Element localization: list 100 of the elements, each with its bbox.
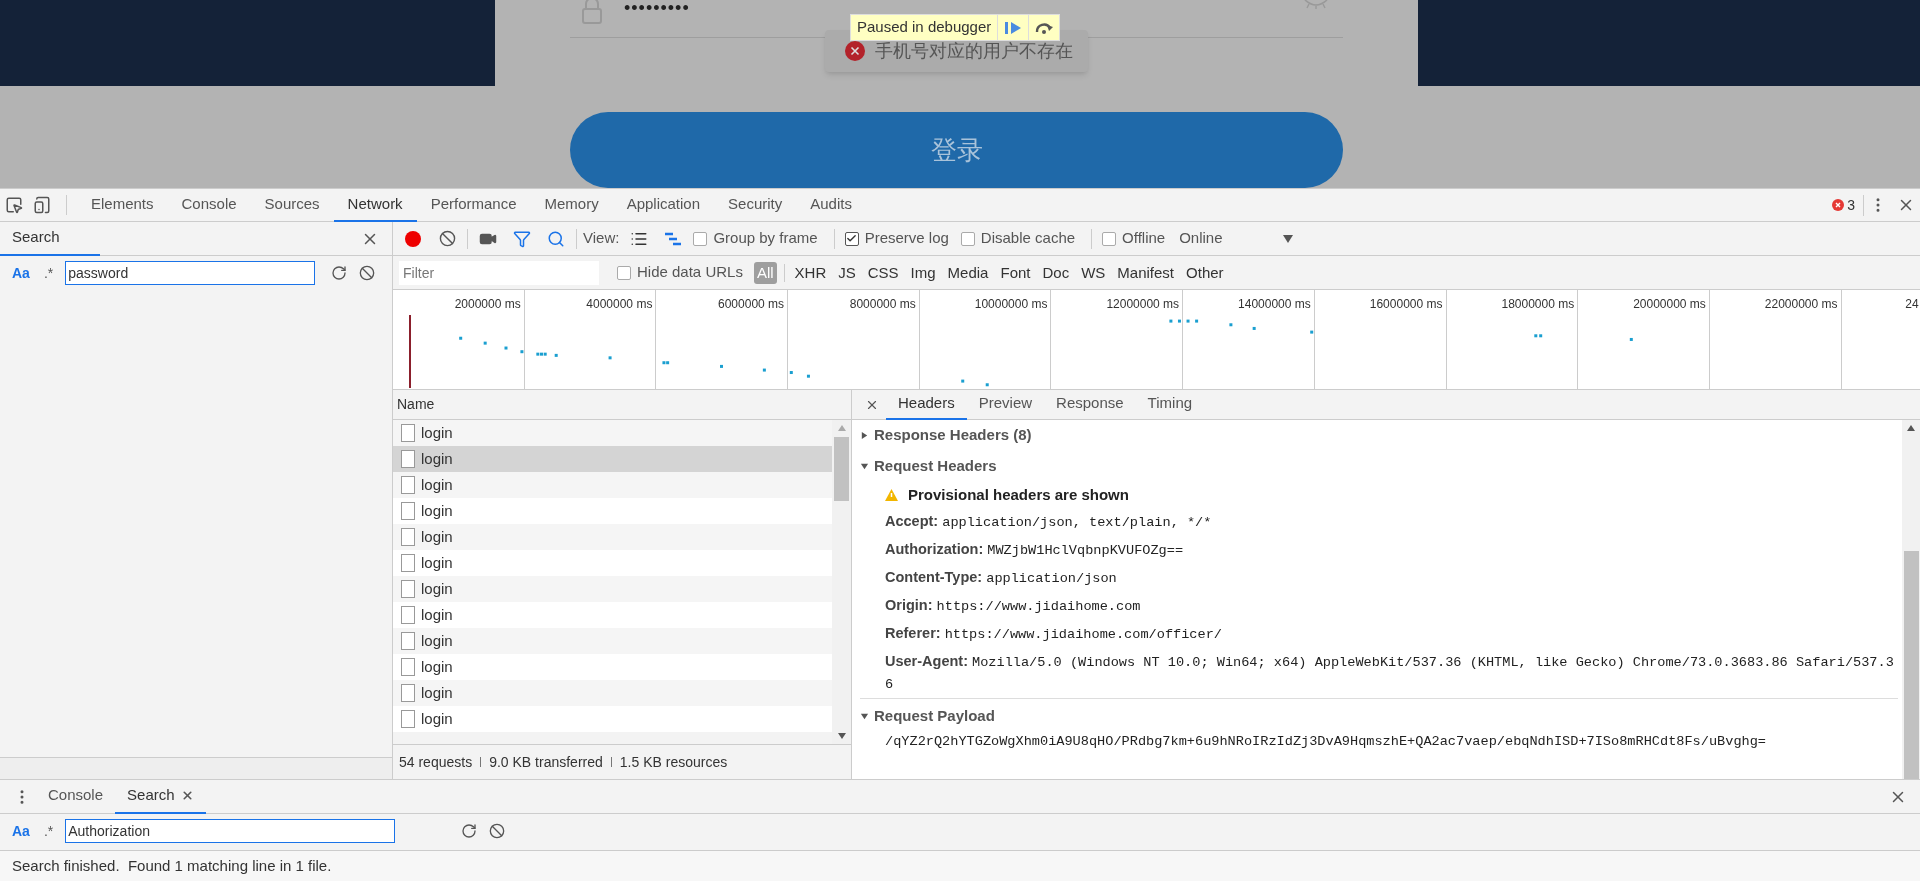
type-filter[interactable]: Img xyxy=(907,261,939,284)
type-filter[interactable]: Doc xyxy=(1039,261,1073,284)
document-icon xyxy=(401,450,415,468)
document-icon xyxy=(401,580,415,598)
request-row[interactable]: login xyxy=(393,550,832,576)
lock-icon xyxy=(582,0,602,25)
detail-tab[interactable]: Preview xyxy=(966,389,1045,420)
request-name: login xyxy=(421,578,453,599)
request-name: login xyxy=(421,708,453,729)
regex-toggle[interactable]: .* xyxy=(41,262,56,284)
type-filter[interactable]: XHR xyxy=(791,261,830,284)
request-row[interactable]: login xyxy=(393,706,832,732)
time-tick-label: 14000000 ms xyxy=(1238,296,1312,313)
request-row[interactable]: login xyxy=(393,602,832,628)
request-row[interactable]: login xyxy=(393,654,832,680)
detail-tab[interactable]: Response xyxy=(1044,389,1136,420)
search-field[interactable]: password xyxy=(65,261,316,285)
drawer-tab[interactable]: Console xyxy=(36,779,116,814)
search-status: Search finished. Found 1 matching line in 1 file. xyxy=(12,855,332,876)
request-row[interactable]: login xyxy=(393,446,832,472)
panel-tab[interactable]: Security xyxy=(714,188,797,222)
summary-text: 54 requests xyxy=(399,752,473,772)
regex-toggle[interactable]: .* xyxy=(41,820,56,842)
section-title[interactable]: Request Headers xyxy=(874,455,997,478)
filter-field[interactable]: Filter xyxy=(399,260,599,285)
request-name: login xyxy=(421,682,453,703)
scroll-up-arrow-icon[interactable] xyxy=(1907,425,1915,431)
match-case-toggle[interactable]: Aa xyxy=(10,820,32,842)
checkbox[interactable] xyxy=(617,265,631,280)
scrollbar-thumb[interactable] xyxy=(834,437,849,501)
panel-tab[interactable]: Performance xyxy=(416,188,531,222)
checkbox[interactable] xyxy=(844,231,859,246)
option-label: Disable cache xyxy=(980,228,1076,249)
view-label: View: xyxy=(583,228,620,249)
time-tick-label: 12000000 ms xyxy=(1106,296,1181,313)
time-tick-label: 6000000 ms xyxy=(718,296,786,313)
match-case-toggle[interactable]: Aa xyxy=(10,262,32,284)
dropdown-caret-icon xyxy=(1282,234,1293,243)
collapsed-triangle-icon[interactable] xyxy=(860,431,869,440)
type-filter[interactable]: Media xyxy=(944,261,992,284)
error-icon xyxy=(1832,199,1845,211)
request-name: login xyxy=(421,604,453,625)
warning-text: Provisional headers are shown xyxy=(908,484,1129,505)
option-label: Hide data URLs xyxy=(637,262,743,283)
time-tick-label: 10000000 ms xyxy=(974,296,1049,313)
expanded-triangle-icon[interactable] xyxy=(860,462,869,471)
summary-text: 9.0 KB transferred xyxy=(489,752,603,772)
error-counter[interactable]: 3 xyxy=(1832,194,1864,216)
drawer-tab[interactable]: Search xyxy=(115,779,206,814)
checkbox[interactable] xyxy=(1102,231,1117,246)
detail-tab[interactable]: Timing xyxy=(1135,389,1205,420)
checkbox[interactable] xyxy=(960,231,975,246)
column-header[interactable]: Name xyxy=(397,394,435,415)
time-tick-label: 8000000 ms xyxy=(849,296,917,313)
scrollbar[interactable] xyxy=(1902,420,1920,779)
panel-tab[interactable]: Network xyxy=(333,188,417,222)
type-filter[interactable]: Manifest xyxy=(1114,261,1178,284)
panel-tab[interactable]: Sources xyxy=(250,188,334,222)
time-tick-label: 20000000 ms xyxy=(1633,296,1707,313)
warning-icon xyxy=(885,489,898,501)
document-icon xyxy=(401,684,415,702)
drawer-search-field[interactable]: Authorization xyxy=(65,819,396,843)
scrollbar-thumb[interactable] xyxy=(1903,551,1919,779)
section-title[interactable]: Response Headers (8) xyxy=(874,424,1032,447)
option-label: Group by frame xyxy=(713,228,818,249)
request-name: login xyxy=(421,500,453,521)
request-name: login xyxy=(421,422,453,443)
scroll-down-arrow-icon[interactable] xyxy=(837,733,846,739)
checkbox[interactable] xyxy=(693,231,708,246)
toast-message: 手机号对应的用户不存在 xyxy=(875,39,1073,63)
request-name: login xyxy=(421,630,453,651)
type-filter[interactable]: JS xyxy=(835,261,859,284)
panel-tab[interactable]: Application xyxy=(612,188,715,222)
request-row[interactable]: login xyxy=(393,498,832,524)
panel-tab[interactable]: Audits xyxy=(796,188,866,222)
time-tick-label: 22000000 ms xyxy=(1764,296,1839,313)
header-line: Accept: application/json, text/plain, */* xyxy=(885,512,1212,532)
document-icon xyxy=(401,476,415,494)
header-line: Origin: https://www.jidaihome.com xyxy=(885,596,1141,616)
panel-tab[interactable]: Memory xyxy=(530,188,613,222)
panel-tab[interactable]: Console xyxy=(167,188,251,222)
throttling-dropdown[interactable]: Online xyxy=(1177,227,1293,250)
time-tick-label: 4000000 ms xyxy=(586,296,654,313)
document-icon xyxy=(401,710,415,728)
search-pane-title: Search xyxy=(0,221,100,256)
section-title[interactable]: Request Payload xyxy=(874,705,995,728)
header-line: Content-Type: application/json xyxy=(885,568,1117,588)
document-icon xyxy=(401,606,415,624)
header-line: User-Agent: Mozilla/5.0 (Windows NT 10.0; Win64; x64) AppleWebKit/537.36 (KHTML, like Gecko) Chrome/73.0.3683.86 Safari/537.36 xyxy=(885,652,1894,694)
type-filter[interactable]: Other xyxy=(1183,261,1227,284)
password-value: ••••••••• xyxy=(624,0,690,20)
time-tick-label: 18000000 ms xyxy=(1501,296,1576,313)
type-filter[interactable]: CSS xyxy=(864,261,902,284)
request-name: login xyxy=(421,552,453,573)
expanded-triangle-icon[interactable] xyxy=(860,712,869,721)
type-filter[interactable]: WS xyxy=(1078,261,1109,284)
close-icon[interactable] xyxy=(180,789,194,802)
type-filter[interactable]: Font xyxy=(997,261,1034,284)
panel-tab[interactable]: Elements xyxy=(77,188,168,222)
detail-tab[interactable]: Headers xyxy=(886,389,967,420)
